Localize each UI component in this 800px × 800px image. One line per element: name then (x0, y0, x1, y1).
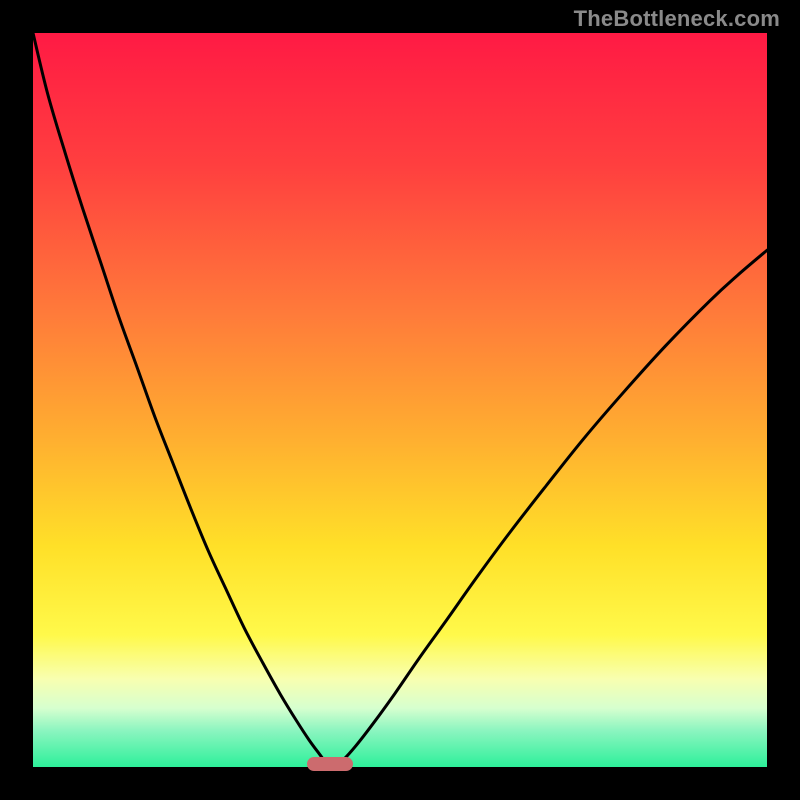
bottleneck-marker (307, 757, 353, 771)
chart-frame: TheBottleneck.com (0, 0, 800, 800)
watermark-text: TheBottleneck.com (574, 6, 780, 32)
v-curve (33, 33, 767, 767)
